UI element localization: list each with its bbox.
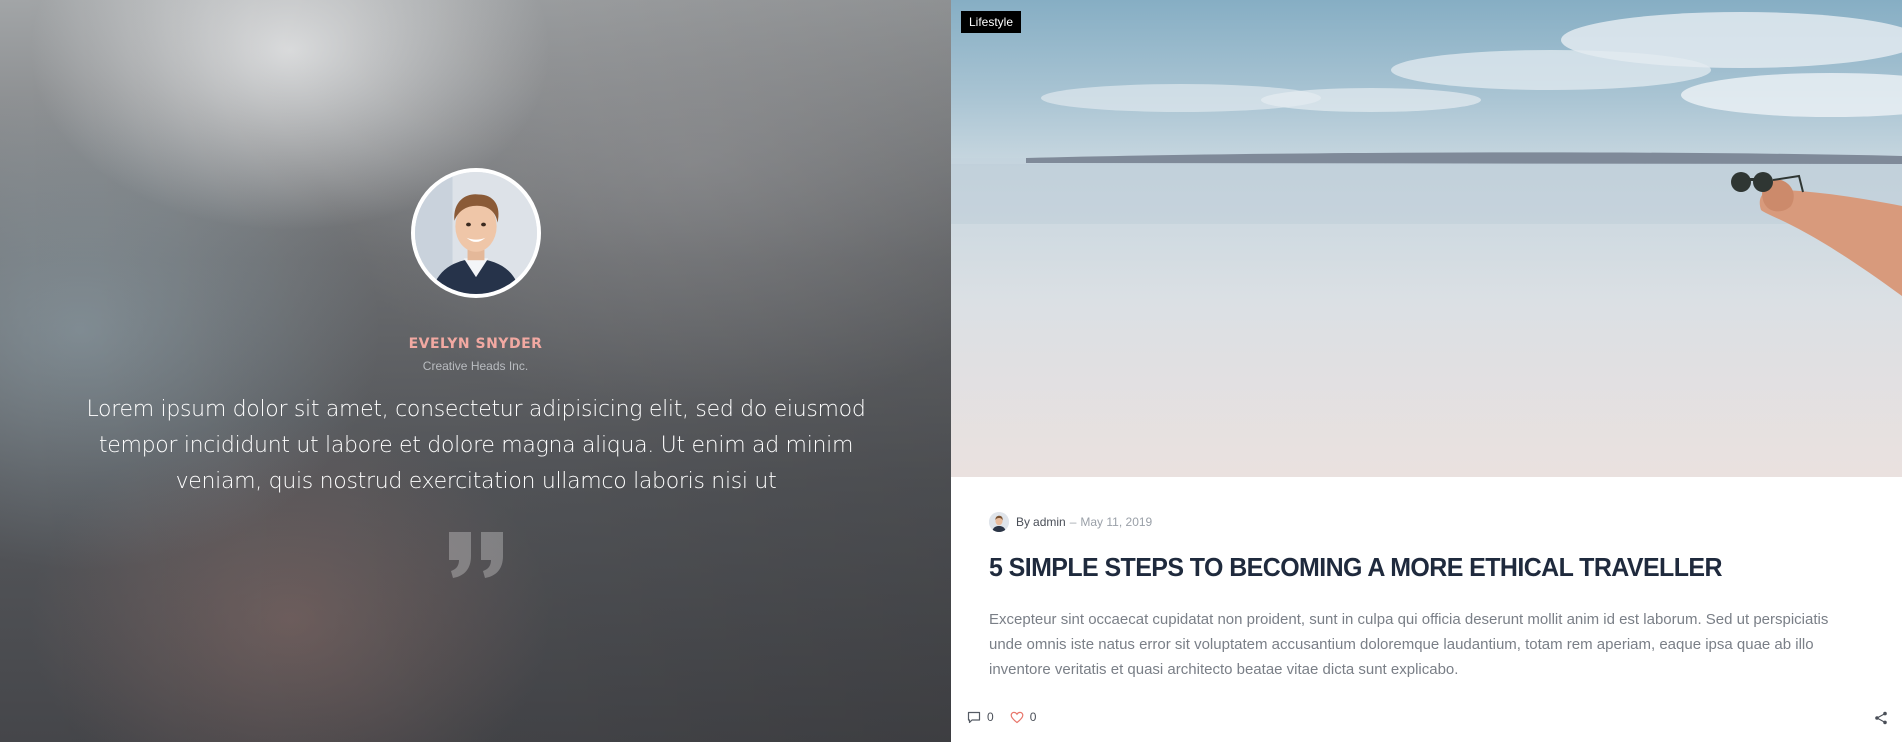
comment-icon <box>967 711 981 723</box>
likes-count: 0 <box>1029 710 1037 724</box>
author-avatar[interactable] <box>989 512 1009 532</box>
like-button[interactable]: 0 <box>1010 710 1037 724</box>
testimonial-name: EVELYN SNYDER <box>408 336 543 352</box>
quote-icon <box>449 532 503 578</box>
testimonial-avatar <box>411 168 541 298</box>
meta-separator: – <box>1069 515 1077 529</box>
testimonial-text: Lorem ipsum dolor sit amet, consectetur … <box>86 397 866 494</box>
heart-icon <box>1010 711 1024 723</box>
testimonial-company: Creative Heads Inc. <box>422 359 529 373</box>
avatar-photo <box>415 172 537 294</box>
meta-by-label: By <box>1016 515 1031 529</box>
author-avatar-icon <box>989 512 1009 532</box>
post-actions: 0 0 <box>967 710 1052 724</box>
post-card: Lifestyle By admin – May 11, 2019 5 SIMP… <box>951 0 1902 742</box>
comments-count: 0 <box>987 710 994 724</box>
author-link[interactable]: admin <box>1033 515 1066 529</box>
post-excerpt: Excepteur sint occaecat cupidatat non pr… <box>989 611 1829 678</box>
comments-button[interactable]: 0 <box>967 710 994 724</box>
post-featured-image[interactable]: Lifestyle <box>951 0 1902 477</box>
post-title[interactable]: 5 SIMPLE STEPS TO BECOMING A MORE ETHICA… <box>989 552 1834 583</box>
post-date[interactable]: May 11, 2019 <box>1080 515 1152 529</box>
post-meta: By admin – May 11, 2019 <box>989 512 1152 532</box>
testimonial-section: EVELYN SNYDER Creative Heads Inc. Lorem … <box>0 0 951 742</box>
share-icon[interactable] <box>1874 711 1888 725</box>
category-badge[interactable]: Lifestyle <box>961 11 1022 33</box>
salt-flat-photo <box>951 0 1902 477</box>
